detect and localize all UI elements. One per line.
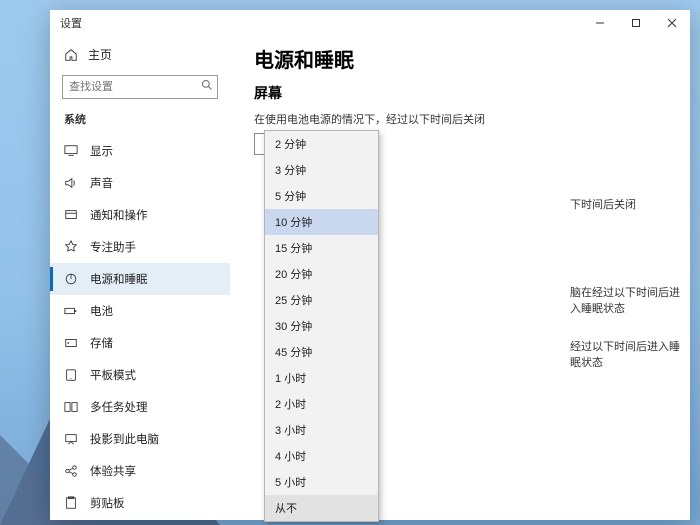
partial-label: 脑在经过以下时间后进入睡眠状态: [570, 284, 690, 316]
sidebar-item-clipboard[interactable]: 剪贴板: [50, 487, 230, 519]
sidebar-item-label: 电源和睡眠: [90, 271, 148, 287]
close-button[interactable]: [654, 10, 690, 36]
sidebar-item-focus[interactable]: 专注助手: [50, 231, 230, 263]
section-title: 系统: [50, 107, 230, 135]
sidebar-item-shared[interactable]: 体验共享: [50, 455, 230, 487]
sidebar-item-label: 电池: [90, 303, 113, 319]
sidebar-item-remote[interactable]: 远程桌面: [50, 519, 230, 520]
shared-icon: [64, 464, 78, 478]
dropdown-option[interactable]: 1 小时: [265, 365, 378, 391]
clipboard-icon: [64, 496, 78, 510]
screen-battery-label: 在使用电池电源的情况下，经过以下时间后关闭: [254, 111, 666, 127]
dropdown-option[interactable]: 从不: [265, 495, 378, 521]
partial-label: 经过以下时间后进入睡眠状态: [570, 338, 690, 370]
maximize-button[interactable]: [618, 10, 654, 36]
dropdown-option[interactable]: 10 分钟: [265, 209, 378, 235]
sidebar-item-power[interactable]: 电源和睡眠: [50, 263, 230, 295]
battery-icon: [64, 304, 78, 318]
minimize-button[interactable]: [582, 10, 618, 36]
multitask-icon: [64, 400, 78, 414]
sidebar-item-label: 通知和操作: [90, 207, 148, 223]
window-title: 设置: [60, 15, 82, 31]
partial-label: 下时间后关闭: [570, 196, 636, 212]
home-link[interactable]: 主页: [50, 40, 230, 69]
home-icon: [64, 48, 78, 62]
storage-icon: [64, 336, 78, 350]
sidebar-item-label: 专注助手: [90, 239, 136, 255]
sidebar-item-display[interactable]: 显示: [50, 135, 230, 167]
page-title: 电源和睡眠: [254, 44, 666, 73]
sidebar-item-label: 投影到此电脑: [90, 431, 159, 447]
sidebar: 主页 系统 显示 声音: [50, 36, 230, 520]
dropdown-option[interactable]: 3 分钟: [265, 157, 378, 183]
dropdown-option[interactable]: 2 小时: [265, 391, 378, 417]
dropdown-option[interactable]: 15 分钟: [265, 235, 378, 261]
settings-window: 设置 主页: [50, 10, 690, 520]
home-label: 主页: [88, 46, 112, 63]
sidebar-item-label: 平板模式: [90, 367, 136, 383]
sidebar-item-label: 体验共享: [90, 463, 136, 479]
sidebar-item-battery[interactable]: 电池: [50, 295, 230, 327]
dropdown-option[interactable]: 30 分钟: [265, 313, 378, 339]
dropdown-option[interactable]: 5 分钟: [265, 183, 378, 209]
sidebar-item-label: 声音: [90, 175, 113, 191]
sound-icon: [64, 176, 78, 190]
power-icon: [64, 272, 78, 286]
dropdown-option[interactable]: 3 小时: [265, 417, 378, 443]
maximize-icon: [631, 18, 641, 28]
sidebar-item-tablet[interactable]: 平板模式: [50, 359, 230, 391]
search-input[interactable]: [62, 75, 218, 99]
sidebar-item-multitask[interactable]: 多任务处理: [50, 391, 230, 423]
close-icon: [667, 18, 677, 28]
notifications-icon: [64, 208, 78, 222]
sidebar-item-label: 多任务处理: [90, 399, 148, 415]
desktop-wallpaper: 设置 主页: [0, 0, 700, 525]
sidebar-item-label: 显示: [90, 143, 113, 159]
dropdown-option[interactable]: 5 小时: [265, 469, 378, 495]
duration-dropdown[interactable]: 2 分钟3 分钟5 分钟10 分钟15 分钟20 分钟25 分钟30 分钟45 …: [264, 130, 379, 522]
dropdown-option[interactable]: 25 分钟: [265, 287, 378, 313]
sidebar-item-sound[interactable]: 声音: [50, 167, 230, 199]
sidebar-item-label: 剪贴板: [90, 495, 125, 511]
minimize-icon: [595, 18, 605, 28]
sidebar-item-label: 存储: [90, 335, 113, 351]
dropdown-option[interactable]: 20 分钟: [265, 261, 378, 287]
tablet-icon: [64, 368, 78, 382]
sidebar-item-projection[interactable]: 投影到此电脑: [50, 423, 230, 455]
sidebar-item-storage[interactable]: 存储: [50, 327, 230, 359]
focus-icon: [64, 240, 78, 254]
dropdown-option[interactable]: 2 分钟: [265, 131, 378, 157]
projection-icon: [64, 432, 78, 446]
titlebar: 设置: [50, 10, 690, 36]
display-icon: [64, 144, 78, 158]
sidebar-item-notifications[interactable]: 通知和操作: [50, 199, 230, 231]
dropdown-option[interactable]: 45 分钟: [265, 339, 378, 365]
dropdown-option[interactable]: 4 小时: [265, 443, 378, 469]
section-heading: 屏幕: [254, 83, 666, 103]
search-icon: [201, 79, 213, 94]
